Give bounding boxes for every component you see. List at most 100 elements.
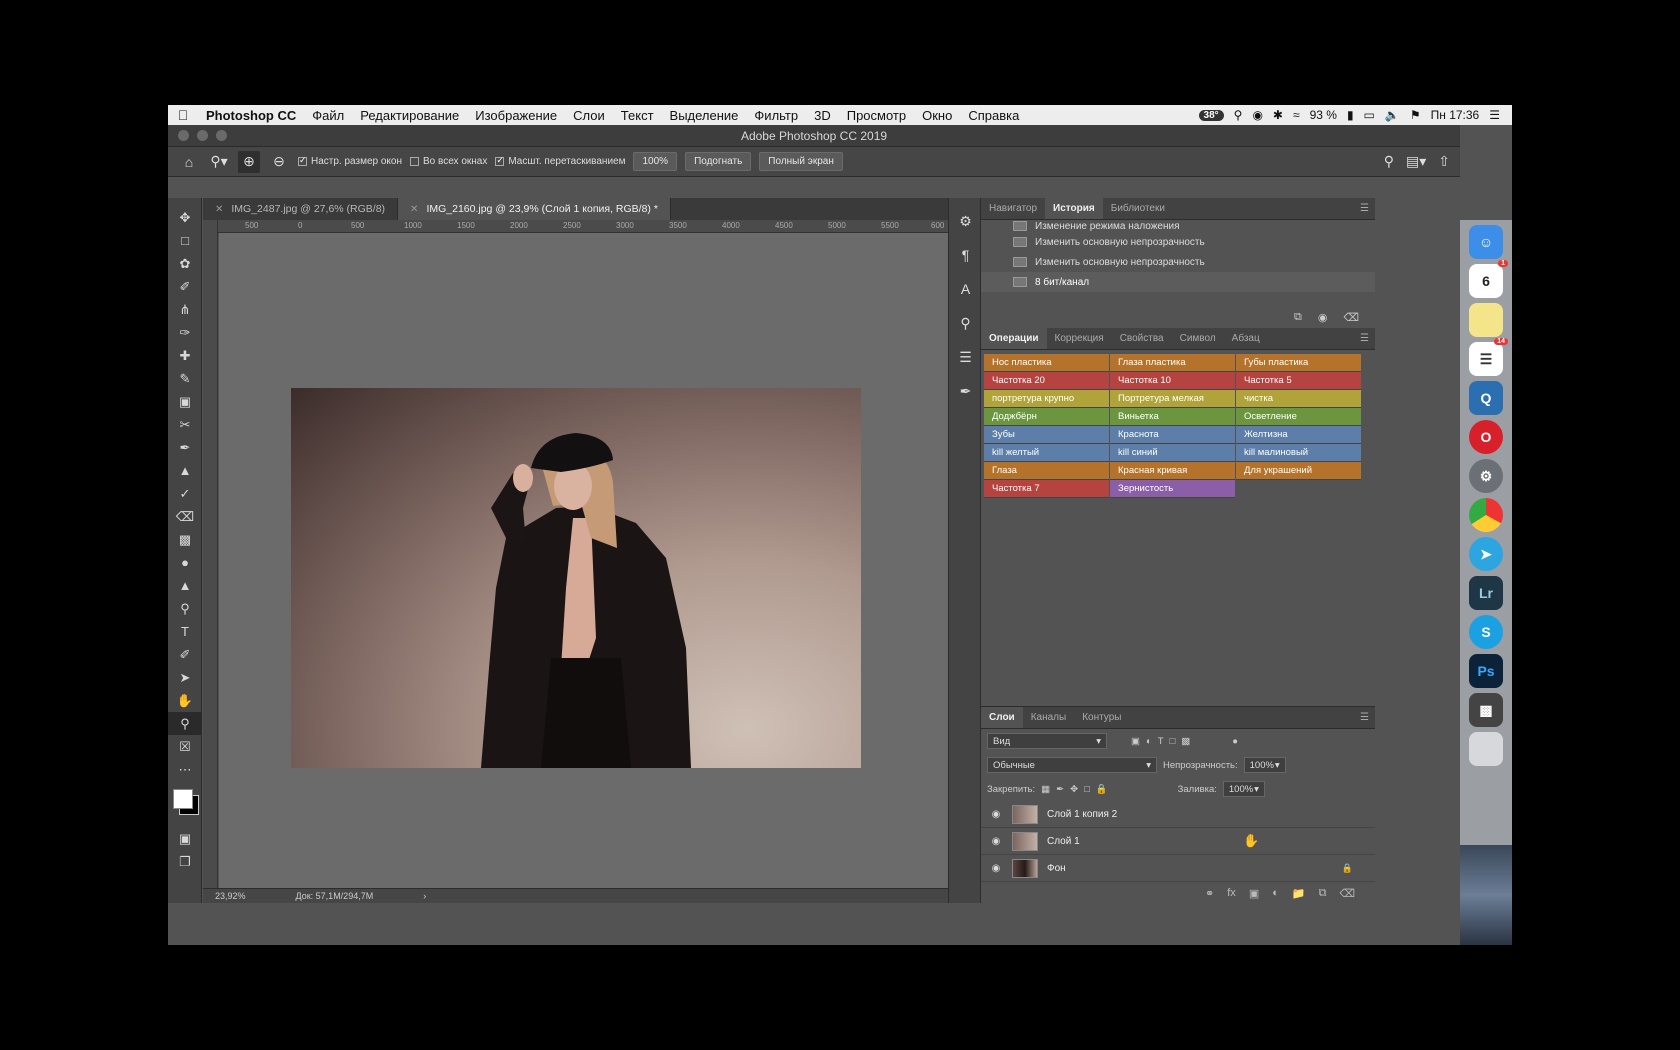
menu-window[interactable]: Окно (914, 108, 960, 123)
close-icon[interactable]: ✕ (215, 204, 223, 215)
lock-position-icon[interactable]: ✥ (1070, 784, 1078, 795)
telegram-icon[interactable]: ➤ (1469, 537, 1503, 571)
temperature-badge[interactable]: 38° (1198, 109, 1224, 121)
action-button[interactable]: Частотка 20 (984, 372, 1109, 390)
lock-transparency-icon[interactable]: ▦ (1041, 784, 1050, 795)
adjustments-panel-icon[interactable]: ☰ (949, 340, 982, 374)
character-panel-icon[interactable]: A (949, 272, 982, 306)
action-button[interactable]: Для украшений (1236, 462, 1361, 480)
chrome-icon[interactable] (1469, 498, 1503, 532)
lightroom-icon[interactable]: Lr (1469, 576, 1503, 610)
action-button[interactable]: kill желтый (984, 444, 1109, 462)
airplay-icon[interactable]: ▭ (1364, 108, 1375, 122)
hand-tool-icon[interactable]: ✋ (168, 689, 202, 712)
new-group-icon[interactable]: 📁 (1292, 887, 1306, 900)
menu-view[interactable]: Просмотр (839, 108, 914, 123)
menu-filter[interactable]: Фильтр (746, 108, 806, 123)
workspace-icon[interactable]: ▤▾ (1406, 153, 1426, 170)
fit-screen-button[interactable]: Подогнать (685, 152, 752, 171)
filter-smart-object-icon[interactable]: ▩ (1181, 736, 1190, 747)
blend-mode-select[interactable]: Обычные ▾ (987, 757, 1157, 773)
healing-tool-icon[interactable]: ✚ (168, 344, 202, 367)
properties-panel-icon[interactable]: ⚙ (949, 204, 982, 238)
history-row[interactable]: Изменить основную непрозрачность (981, 232, 1375, 252)
fill-input[interactable]: 100% ▾ (1222, 781, 1265, 797)
action-button[interactable]: Портретура мелкая (1110, 390, 1235, 408)
marquee-tool-icon[interactable]: □ (168, 229, 202, 252)
action-button[interactable]: Частотка 10 (1110, 372, 1235, 390)
gradient-tool-icon[interactable]: ▩ (168, 528, 202, 551)
doc-tab-1[interactable]: ✕ IMG_2487.jpg @ 27,6% (RGB/8) (203, 198, 399, 220)
frame-tool-icon[interactable]: ▣ (168, 390, 202, 413)
trash-icon[interactable]: ⌫ (1343, 311, 1359, 324)
search-icon[interactable]: ⚲ (1234, 108, 1243, 122)
panel-menu-icon[interactable]: ☰ (1360, 333, 1369, 344)
quick-select-tool-icon[interactable]: ✐ (168, 275, 202, 298)
zoom-level[interactable]: 23,92% (215, 891, 246, 901)
brush-settings-panel-icon[interactable]: ✒ (949, 374, 982, 408)
lock-artboard-icon[interactable]: □ (1084, 784, 1090, 795)
volume-icon[interactable]: 🔈 (1385, 108, 1400, 122)
tab-layers[interactable]: Слои (981, 707, 1023, 728)
skype-icon[interactable]: S (1469, 615, 1503, 649)
dodge-tool-icon[interactable]: ⚲ (168, 597, 202, 620)
snapshot-icon[interactable]: ◉ (1318, 311, 1328, 324)
battery-icon[interactable]: ▮ (1347, 108, 1354, 122)
action-button[interactable]: Глаза пластика (1110, 354, 1235, 372)
tab-channels[interactable]: Каналы (1023, 707, 1075, 728)
navigator-panel-icon[interactable]: ⚲ (949, 306, 982, 340)
calendar-icon[interactable]: 61 (1469, 260, 1508, 298)
action-button[interactable]: Осветление (1236, 408, 1361, 426)
filter-adjustment-icon[interactable]: ◐ (1146, 736, 1152, 747)
minimize-window-button[interactable] (197, 130, 208, 141)
visibility-eye-icon[interactable]: ◉ (989, 809, 1003, 820)
action-button[interactable]: Частотка 5 (1236, 372, 1361, 390)
move-tool-icon[interactable]: ✥ (168, 206, 202, 229)
history-row[interactable]: Изменить основную непрозрачность (981, 252, 1375, 272)
pen-tool-icon[interactable]: ✐ (168, 643, 202, 666)
siri-icon[interactable]: ◉ (1252, 108, 1262, 122)
zoom-100-button[interactable]: 100% (633, 152, 678, 171)
new-layer-icon[interactable]: ⧉ (1319, 887, 1327, 900)
fill-screen-button[interactable]: Полный экран (759, 152, 843, 171)
tab-adjustments[interactable]: Коррекция (1047, 328, 1112, 349)
sharpen-tool-icon[interactable]: ▲ (168, 574, 202, 597)
action-button[interactable]: Краснота (1110, 426, 1235, 444)
action-button[interactable]: Нос пластика (984, 354, 1109, 372)
action-button[interactable]: Зубы (984, 426, 1109, 444)
zoom-in-icon[interactable]: ⊕ (238, 150, 260, 173)
type-tool-icon[interactable]: T (168, 620, 202, 643)
stamp-tool-icon[interactable]: ▲ (168, 459, 202, 482)
layer-row[interactable]: ◉ Слой 1 копия 2 (981, 801, 1375, 828)
action-button[interactable]: Глаза (984, 462, 1109, 480)
input-flag-icon[interactable]: ⚑ (1410, 108, 1421, 122)
zoom-out-icon[interactable]: ⊖ (268, 151, 290, 173)
action-button[interactable]: Зернистость (1110, 480, 1235, 498)
tab-paths[interactable]: Контуры (1074, 707, 1129, 728)
artboard-tool-icon[interactable]: ☒ (168, 735, 202, 758)
trash-icon[interactable]: ⌫ (1339, 887, 1355, 900)
screen-mode-icon[interactable]: ❐ (168, 850, 202, 873)
opera-icon[interactable]: O (1469, 420, 1503, 454)
layer-style-icon[interactable]: fx (1227, 887, 1236, 900)
share-icon[interactable]: ⇧ (1438, 153, 1450, 170)
notification-center-icon[interactable]: ☰ (1489, 108, 1500, 122)
action-button[interactable]: kill малиновый (1236, 444, 1361, 462)
quick-mask-icon[interactable]: ▣ (168, 827, 202, 850)
filter-type-icon[interactable]: T (1158, 736, 1164, 747)
filter-pixel-icon[interactable]: ▣ (1131, 736, 1140, 747)
layer-row[interactable]: ◉ Слой 1 ✋ (981, 828, 1375, 855)
system-preferences-icon[interactable]: ⚙ (1469, 459, 1503, 493)
lock-all-icon[interactable]: 🔒 (1096, 784, 1108, 795)
tab-properties[interactable]: Свойства (1112, 328, 1172, 349)
tab-character[interactable]: Символ (1172, 328, 1224, 349)
panel-menu-icon[interactable]: ☰ (1360, 712, 1369, 723)
notes-icon[interactable] (1469, 303, 1503, 337)
home-icon[interactable]: ⌂ (178, 151, 200, 173)
action-button[interactable]: Желтизна (1236, 426, 1361, 444)
clock[interactable]: Пн 17:36 (1431, 108, 1480, 122)
action-button[interactable]: Губы пластика (1236, 354, 1361, 372)
zoom-tool-preset-icon[interactable]: ⚲▾ (208, 151, 230, 173)
quicktime-icon[interactable]: Q (1469, 381, 1503, 415)
filter-toggle-icon[interactable]: ● (1232, 736, 1238, 747)
